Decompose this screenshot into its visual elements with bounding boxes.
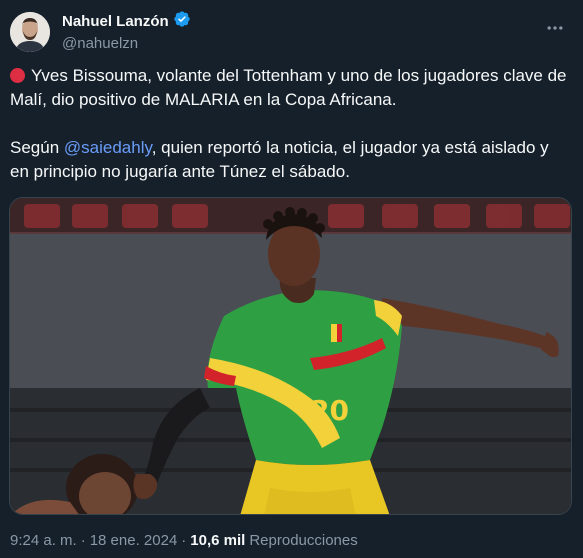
mention-link[interactable]: @saiedahly	[64, 138, 152, 157]
tweet-paragraph-1: Yves Bissouma, volante del Tottenham y u…	[10, 64, 570, 112]
author-avatar[interactable]	[10, 12, 50, 52]
verified-badge-icon	[173, 10, 191, 34]
views-count: 10,6 mil	[190, 532, 246, 549]
tweet-card: Nahuel Lanzón @nahuelzn Yves Bissouma, v…	[0, 0, 583, 558]
author-names: Nahuel Lanzón @nahuelzn	[62, 10, 191, 54]
author-display-name[interactable]: Nahuel Lanzón	[62, 12, 169, 32]
football-player-photo: 20	[10, 198, 571, 514]
tweet-paragraph-2-start: Según	[10, 138, 64, 157]
more-options-button[interactable]	[543, 16, 567, 40]
tweet-media-photo[interactable]: 20	[9, 197, 572, 515]
tweet-date[interactable]: 18 ene. 2024	[90, 532, 178, 549]
views-label: Reproducciones	[249, 532, 358, 549]
jersey-number: 20	[310, 394, 349, 427]
footer-separator: ·	[80, 532, 86, 549]
tweet-time[interactable]: 9:24 a. m.	[10, 532, 77, 549]
footer-separator-2: ·	[181, 532, 187, 549]
more-options-icon	[547, 26, 563, 30]
author-handle[interactable]: @nahuelzn	[62, 34, 191, 54]
tweet-header: Nahuel Lanzón @nahuelzn	[10, 10, 573, 54]
author-name-row: Nahuel Lanzón	[62, 10, 191, 34]
tweet-text: Yves Bissouma, volante del Tottenham y u…	[10, 64, 570, 184]
tweet-footer: 9:24 a. m. · 18 ene. 2024 · 10,6 mil Rep…	[10, 532, 358, 549]
avatar-photo	[10, 12, 50, 52]
tweet-paragraph-1-text: Yves Bissouma, volante del Tottenham y u…	[10, 66, 567, 109]
red-circle-emoji	[10, 68, 25, 83]
tweet-paragraph-2: Según @saiedahly, quien reportó la notic…	[10, 136, 570, 184]
